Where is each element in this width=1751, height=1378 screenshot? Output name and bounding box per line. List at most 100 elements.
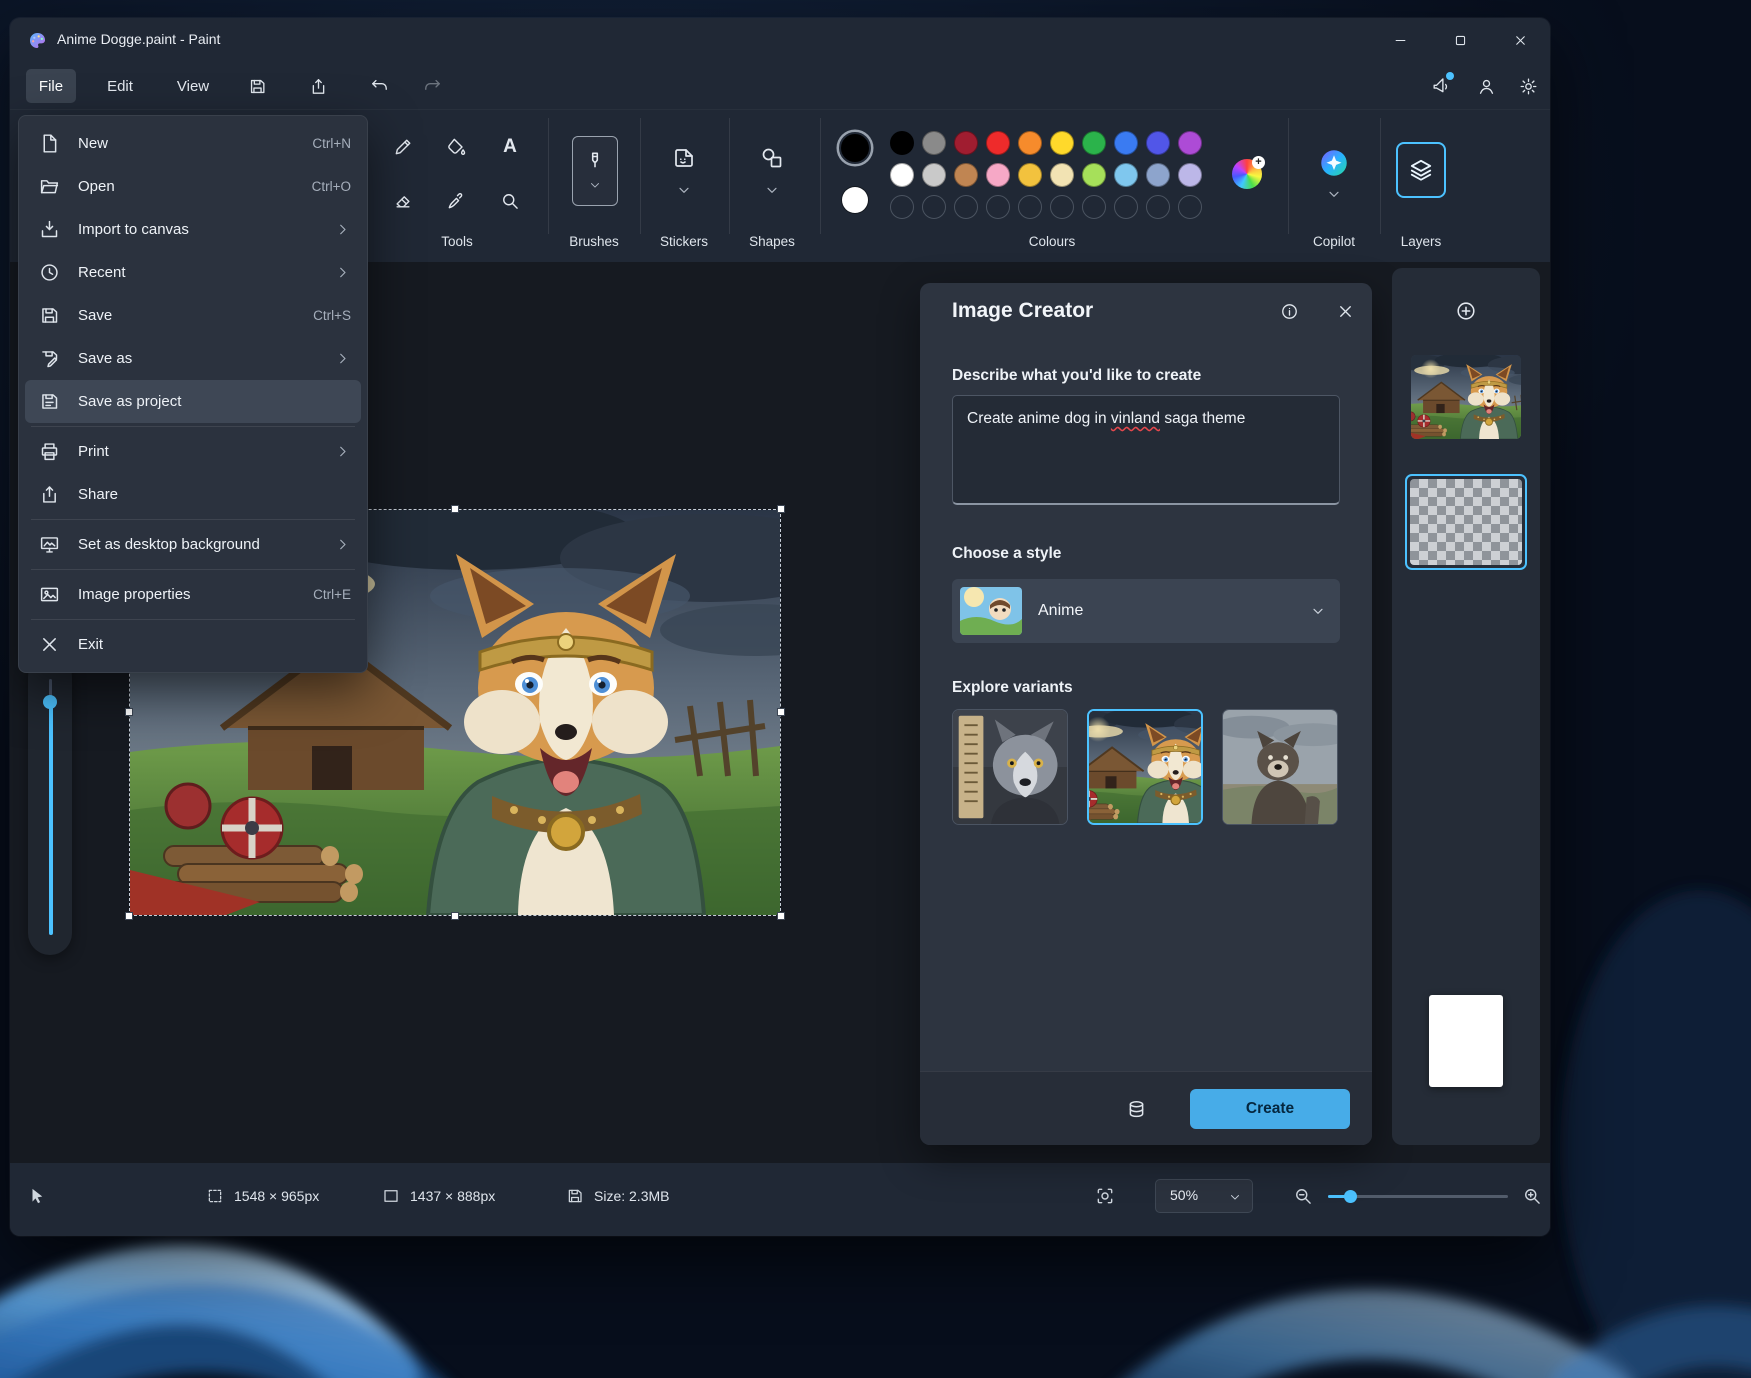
color-picker-tool-button[interactable] bbox=[438, 183, 474, 219]
colour-swatch[interactable] bbox=[1178, 131, 1202, 155]
colour-swatch[interactable] bbox=[954, 163, 978, 187]
pencil-tool-button[interactable] bbox=[385, 129, 421, 165]
colour-swatch[interactable] bbox=[986, 163, 1010, 187]
colour-swatch[interactable] bbox=[890, 131, 914, 155]
text-tool-button[interactable]: A bbox=[492, 129, 528, 165]
layers-button[interactable] bbox=[1396, 142, 1446, 198]
colour-swatch-empty[interactable] bbox=[1018, 195, 1042, 219]
add-layer-button[interactable] bbox=[1448, 293, 1484, 329]
zoom-dropdown[interactable]: 50% bbox=[1155, 1179, 1253, 1213]
layer-thumbnail-2-selected[interactable] bbox=[1405, 474, 1527, 570]
colour-swatch[interactable] bbox=[1018, 163, 1042, 187]
colour-swatch[interactable] bbox=[890, 163, 914, 187]
file-menu-item-set-as-desktop-background[interactable]: Set as desktop background bbox=[25, 523, 361, 566]
view-menu-button[interactable]: View bbox=[165, 69, 221, 103]
colour-swatch-empty[interactable] bbox=[1146, 195, 1170, 219]
file-menu-item-import-to-canvas[interactable]: Import to canvas bbox=[25, 208, 361, 251]
zoom-slider-thumb[interactable] bbox=[1344, 1190, 1357, 1203]
variant-thumbnail-3[interactable] bbox=[1222, 709, 1338, 825]
fill-tool-button[interactable] bbox=[438, 129, 474, 165]
colour-swatch-empty[interactable] bbox=[986, 195, 1010, 219]
file-menu-item-save-as-project[interactable]: Save as project bbox=[25, 380, 361, 423]
file-menu-item-save-as[interactable]: Save as bbox=[25, 337, 361, 380]
info-button[interactable] bbox=[1273, 295, 1305, 327]
feedback-button[interactable] bbox=[1422, 68, 1458, 104]
close-panel-button[interactable] bbox=[1329, 295, 1361, 327]
edit-menu-button[interactable]: Edit bbox=[92, 69, 148, 103]
colour-swatch[interactable] bbox=[1018, 131, 1042, 155]
selection-handle[interactable] bbox=[777, 708, 785, 716]
style-dropdown[interactable]: Anime bbox=[952, 579, 1340, 643]
chevron-down-icon[interactable] bbox=[764, 182, 780, 198]
colour-swatch-empty[interactable] bbox=[890, 195, 914, 219]
file-menu-item-share[interactable]: Share bbox=[25, 473, 361, 516]
file-menu-button[interactable]: File bbox=[26, 69, 76, 103]
file-menu-item-print[interactable]: Print bbox=[25, 430, 361, 473]
share-button[interactable] bbox=[300, 68, 336, 104]
colour-swatch-empty[interactable] bbox=[1082, 195, 1106, 219]
settings-button[interactable] bbox=[1510, 68, 1546, 104]
prompt-input[interactable]: Create anime dog in vinland saga theme bbox=[952, 395, 1340, 505]
magnifier-tool-button[interactable] bbox=[492, 183, 528, 219]
zoom-in-button[interactable] bbox=[1522, 1176, 1542, 1216]
colour-swatch[interactable] bbox=[1178, 163, 1202, 187]
selection-handle[interactable] bbox=[451, 505, 459, 513]
colour-swatch[interactable] bbox=[1050, 163, 1074, 187]
size-slider[interactable] bbox=[28, 655, 72, 955]
selection-handle[interactable] bbox=[125, 912, 133, 920]
selected-colour-2[interactable] bbox=[842, 187, 868, 213]
slider-thumb[interactable] bbox=[43, 695, 57, 709]
zoom-out-button[interactable] bbox=[1293, 1176, 1313, 1216]
selection-handle[interactable] bbox=[777, 912, 785, 920]
shapes-button[interactable] bbox=[754, 140, 790, 176]
colour-swatch-empty[interactable] bbox=[1050, 195, 1074, 219]
colour-swatch[interactable] bbox=[1082, 131, 1106, 155]
credits-button[interactable] bbox=[1118, 1091, 1154, 1127]
maximize-button[interactable] bbox=[1430, 18, 1490, 62]
colour-swatch[interactable] bbox=[986, 131, 1010, 155]
selected-colour-1[interactable] bbox=[839, 132, 871, 164]
colour-swatch[interactable] bbox=[922, 163, 946, 187]
colour-swatch[interactable] bbox=[922, 131, 946, 155]
undo-button[interactable] bbox=[361, 68, 397, 104]
colour-swatch-empty[interactable] bbox=[954, 195, 978, 219]
file-menu-item-new[interactable]: NewCtrl+N bbox=[25, 122, 361, 165]
colour-swatch-empty[interactable] bbox=[922, 195, 946, 219]
chevron-down-icon[interactable] bbox=[676, 182, 692, 198]
create-button[interactable]: Create bbox=[1190, 1089, 1350, 1129]
file-menu-item-exit[interactable]: Exit bbox=[25, 623, 361, 666]
variant-thumbnail-2[interactable] bbox=[1087, 709, 1203, 825]
colour-swatch[interactable] bbox=[1050, 131, 1074, 155]
screen-capture-button[interactable] bbox=[1095, 1176, 1115, 1216]
selection-handle[interactable] bbox=[125, 708, 133, 716]
variant-thumbnail-1[interactable] bbox=[952, 709, 1068, 825]
close-button[interactable] bbox=[1490, 18, 1550, 62]
file-menu-item-recent[interactable]: Recent bbox=[25, 251, 361, 294]
colour-swatch[interactable] bbox=[1082, 163, 1106, 187]
save-button[interactable] bbox=[239, 68, 275, 104]
minimize-button[interactable] bbox=[1370, 18, 1430, 62]
stickers-button[interactable] bbox=[666, 140, 702, 176]
titlebar[interactable]: Anime Dogge.paint - Paint bbox=[10, 18, 1550, 62]
file-menu-item-open[interactable]: OpenCtrl+O bbox=[25, 165, 361, 208]
layer-thumbnail-1[interactable] bbox=[1411, 355, 1521, 439]
edit-colours-button[interactable]: + bbox=[1232, 159, 1262, 189]
file-menu-item-image-properties[interactable]: Image propertiesCtrl+E bbox=[25, 573, 361, 616]
colour-swatch-empty[interactable] bbox=[1114, 195, 1138, 219]
colour-swatch[interactable] bbox=[1114, 163, 1138, 187]
colour-swatch[interactable] bbox=[954, 131, 978, 155]
colour-swatch[interactable] bbox=[1146, 163, 1170, 187]
chevron-down-icon[interactable] bbox=[1326, 186, 1342, 202]
account-button[interactable] bbox=[1468, 68, 1504, 104]
colour-swatch[interactable] bbox=[1114, 131, 1138, 155]
selection-handle[interactable] bbox=[777, 505, 785, 513]
selection-handle[interactable] bbox=[451, 912, 459, 920]
background-layer-thumbnail[interactable] bbox=[1429, 995, 1503, 1087]
redo-button[interactable] bbox=[414, 68, 450, 104]
brushes-button[interactable] bbox=[572, 136, 618, 206]
copilot-button[interactable] bbox=[1317, 146, 1351, 180]
file-menu-item-save[interactable]: SaveCtrl+S bbox=[25, 294, 361, 337]
eraser-tool-button[interactable] bbox=[385, 183, 421, 219]
zoom-slider[interactable] bbox=[1328, 1176, 1508, 1216]
colour-swatch[interactable] bbox=[1146, 131, 1170, 155]
